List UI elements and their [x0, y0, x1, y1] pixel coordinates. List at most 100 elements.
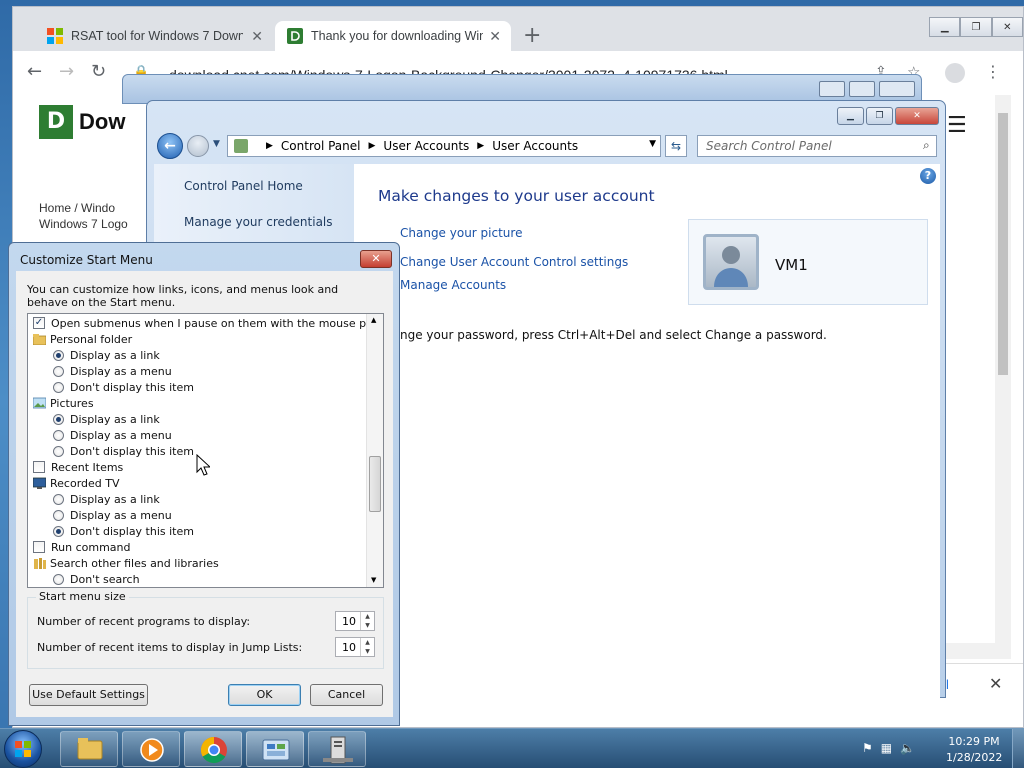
radio-button[interactable]: [53, 573, 64, 585]
reload-icon[interactable]: ↻: [91, 63, 106, 81]
radio-button[interactable]: [53, 493, 64, 505]
minimize-button[interactable]: [819, 81, 845, 97]
list-item[interactable]: Display as a link: [53, 411, 160, 427]
radio-button[interactable]: [53, 509, 64, 521]
volume-icon[interactable]: 🔈: [900, 741, 915, 755]
tab-thank-you[interactable]: Thank you for downloading Wind ✕: [275, 21, 511, 51]
scrollbar-thumb[interactable]: [369, 456, 381, 512]
radio-button[interactable]: [53, 413, 64, 425]
radio-button[interactable]: [53, 445, 64, 457]
help-icon[interactable]: ?: [920, 168, 936, 184]
manage-accounts-link[interactable]: Manage Accounts: [400, 278, 506, 292]
change-picture-link[interactable]: Change your picture: [400, 226, 522, 240]
new-tab-button[interactable]: +: [523, 23, 541, 49]
checkbox[interactable]: ✓: [33, 317, 45, 329]
taskbar-media-player[interactable]: [122, 731, 180, 767]
manage-credentials-link[interactable]: Manage your credentials: [184, 215, 333, 229]
list-item[interactable]: Recent Items: [33, 459, 123, 475]
list-item-label: Don't display this item: [70, 444, 194, 458]
list-item[interactable]: Don't search: [53, 571, 140, 587]
list-item[interactable]: Display as a menu: [53, 507, 172, 523]
list-item[interactable]: Display as a link: [53, 491, 160, 507]
avatar[interactable]: [703, 234, 759, 290]
close-button[interactable]: [879, 81, 915, 97]
site-name: Dow: [79, 109, 126, 134]
clock-date[interactable]: 1/28/2022: [946, 751, 1002, 764]
breadcrumb[interactable]: Home / Windo: [39, 201, 115, 215]
list-item[interactable]: Don't display this item: [53, 523, 194, 539]
menu-kebab-icon[interactable]: ⋮: [985, 63, 1001, 81]
restore-button[interactable]: ❐: [960, 17, 992, 37]
profile-avatar-icon[interactable]: [945, 63, 965, 83]
search-input[interactable]: Search Control Panel: [697, 135, 937, 157]
jump-list-value[interactable]: 10: [342, 641, 356, 654]
forward-arrow-icon[interactable]: [187, 135, 209, 157]
taskbar-server-manager[interactable]: [308, 731, 366, 767]
jump-list-stepper[interactable]: 10 ▲ ▼: [335, 637, 375, 657]
close-button[interactable]: ✕: [895, 107, 939, 125]
checkbox[interactable]: [33, 541, 45, 553]
list-scrollbar[interactable]: ▲ ▼: [366, 314, 383, 587]
recent-programs-stepper[interactable]: 10 ▲ ▼: [335, 611, 375, 631]
change-uac-settings-link[interactable]: Change User Account Control settings: [400, 255, 628, 269]
dialog-close-button[interactable]: ✕: [360, 250, 392, 268]
ok-button[interactable]: OK: [228, 684, 301, 706]
close-button[interactable]: ✕: [991, 17, 1023, 37]
list-item[interactable]: Don't display this item: [53, 379, 194, 395]
list-item[interactable]: Don't display this item: [53, 443, 194, 459]
spin-arrows-icon[interactable]: ▲ ▼: [360, 612, 374, 630]
tab-close-icon[interactable]: ✕: [489, 28, 501, 45]
site-logo[interactable]: D: [39, 105, 73, 139]
radio-button[interactable]: [53, 429, 64, 441]
use-default-settings-button[interactable]: Use Default Settings: [29, 684, 148, 706]
network-icon[interactable]: ▦: [881, 741, 892, 755]
minimize-button[interactable]: ▁: [929, 17, 961, 37]
scroll-up-arrow-icon[interactable]: ▲: [371, 316, 376, 324]
radio-button[interactable]: [53, 349, 64, 361]
address-dropdown-icon[interactable]: ▼: [649, 139, 656, 149]
download-bar-close-icon[interactable]: ✕: [989, 674, 1002, 693]
start-button[interactable]: [4, 730, 42, 768]
recent-programs-value[interactable]: 10: [342, 615, 356, 628]
list-item[interactable]: Display as a menu: [53, 363, 172, 379]
taskbar-control-panel[interactable]: [246, 731, 304, 767]
cancel-button[interactable]: Cancel: [310, 684, 383, 706]
tab-close-icon[interactable]: ✕: [251, 28, 263, 45]
back-arrow-icon[interactable]: ←: [157, 133, 183, 159]
breadcrumb-control-panel[interactable]: Control Panel: [281, 139, 361, 153]
list-item[interactable]: Display as a menu: [53, 427, 172, 443]
minimize-button[interactable]: ▁: [837, 107, 864, 125]
control-panel-home-link[interactable]: Control Panel Home: [184, 179, 303, 193]
breadcrumb-user-accounts[interactable]: User Accounts: [383, 139, 469, 153]
forward-arrow-icon[interactable]: →: [59, 63, 74, 81]
taskbar-chrome[interactable]: [184, 731, 242, 767]
maximize-button[interactable]: ❐: [866, 107, 893, 125]
spin-arrows-icon[interactable]: ▲ ▼: [360, 638, 374, 656]
list-item[interactable]: ✓ Open submenus when I pause on them with…: [33, 315, 383, 331]
dialog-body: You can customize how links, icons, and …: [16, 271, 393, 717]
scrollbar-thumb[interactable]: [998, 113, 1008, 375]
hamburger-menu-icon[interactable]: ☰: [947, 113, 967, 138]
list-item[interactable]: Run command: [33, 539, 131, 555]
maximize-button[interactable]: [849, 81, 875, 97]
scroll-down-arrow-icon[interactable]: ▼: [371, 576, 376, 584]
recent-pages-dropdown-icon[interactable]: ▼: [213, 139, 220, 149]
radio-button[interactable]: [53, 525, 64, 537]
horizontal-scrollbar[interactable]: [943, 643, 1011, 659]
clock-time[interactable]: 10:29 PM: [946, 735, 1002, 748]
address-bar[interactable]: ▶ Control Panel ▶ User Accounts ▶ User A…: [227, 135, 661, 157]
taskbar-explorer[interactable]: [60, 731, 118, 767]
radio-button[interactable]: [53, 381, 64, 393]
show-desktop-button[interactable]: [1012, 729, 1024, 768]
page-scrollbar[interactable]: [995, 95, 1011, 643]
options-list[interactable]: ✓ Open submenus when I pause on them with…: [27, 313, 384, 588]
search-icon[interactable]: ⌕: [923, 138, 930, 153]
action-center-icon[interactable]: ⚑: [862, 741, 873, 755]
checkbox[interactable]: [33, 461, 45, 473]
list-item[interactable]: Display as a link: [53, 347, 160, 363]
tab-rsat[interactable]: RSAT tool for Windows 7 Downlo ✕: [33, 21, 273, 51]
breadcrumb-user-accounts-current[interactable]: User Accounts: [492, 139, 578, 153]
radio-button[interactable]: [53, 365, 64, 377]
back-arrow-icon[interactable]: ←: [27, 63, 42, 81]
refresh-icon[interactable]: ⇆: [665, 135, 687, 157]
